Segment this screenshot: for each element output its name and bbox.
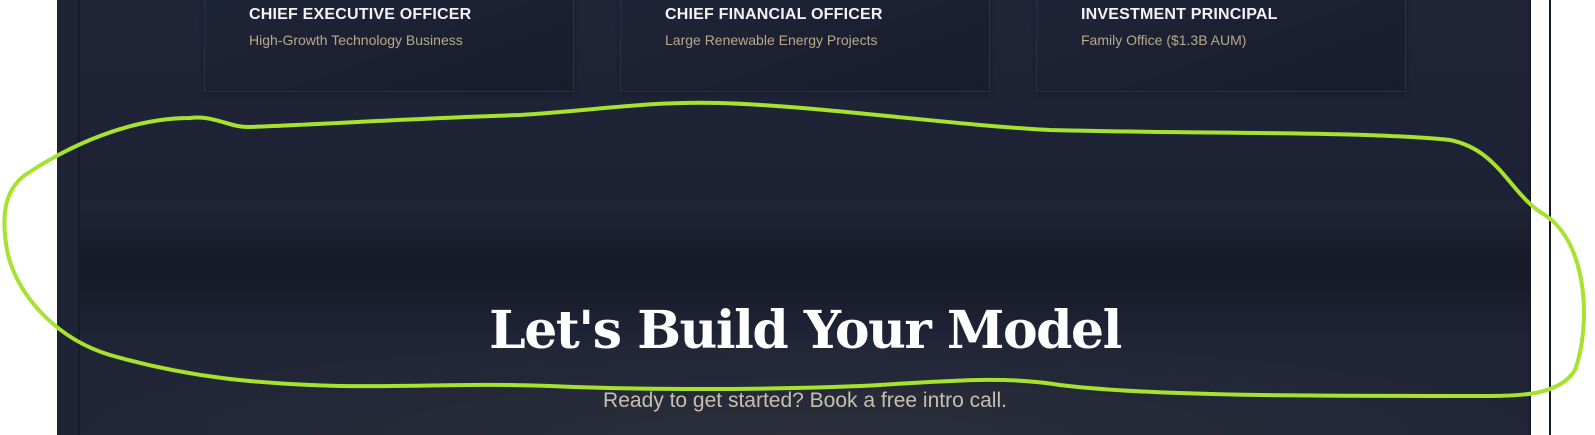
- card-role-description: Family Office ($1.3B AUM): [1081, 32, 1247, 48]
- role-card-cfo: CHIEF FINANCIAL OFFICER Large Renewable …: [620, 0, 990, 92]
- scrollbar-gutter: [1529, 0, 1551, 435]
- cta-heading: Let's Build Your Model: [489, 300, 1122, 361]
- card-role-title: CHIEF EXECUTIVE OFFICER: [249, 6, 472, 23]
- card-role-description: High-Growth Technology Business: [249, 32, 463, 48]
- cta-subtitle: Ready to get started? Book a free intro …: [603, 389, 1007, 412]
- card-role-title: INVESTMENT PRINCIPAL: [1081, 6, 1278, 23]
- card-role-title: CHIEF FINANCIAL OFFICER: [665, 6, 883, 23]
- left-border: [78, 0, 80, 435]
- role-card-investment-principal: INVESTMENT PRINCIPAL Family Office ($1.3…: [1036, 0, 1406, 92]
- page-viewport: CHIEF EXECUTIVE OFFICER High-Growth Tech…: [57, 0, 1551, 435]
- role-card-ceo: CHIEF EXECUTIVE OFFICER High-Growth Tech…: [204, 0, 574, 92]
- card-role-description: Large Renewable Energy Projects: [665, 32, 878, 48]
